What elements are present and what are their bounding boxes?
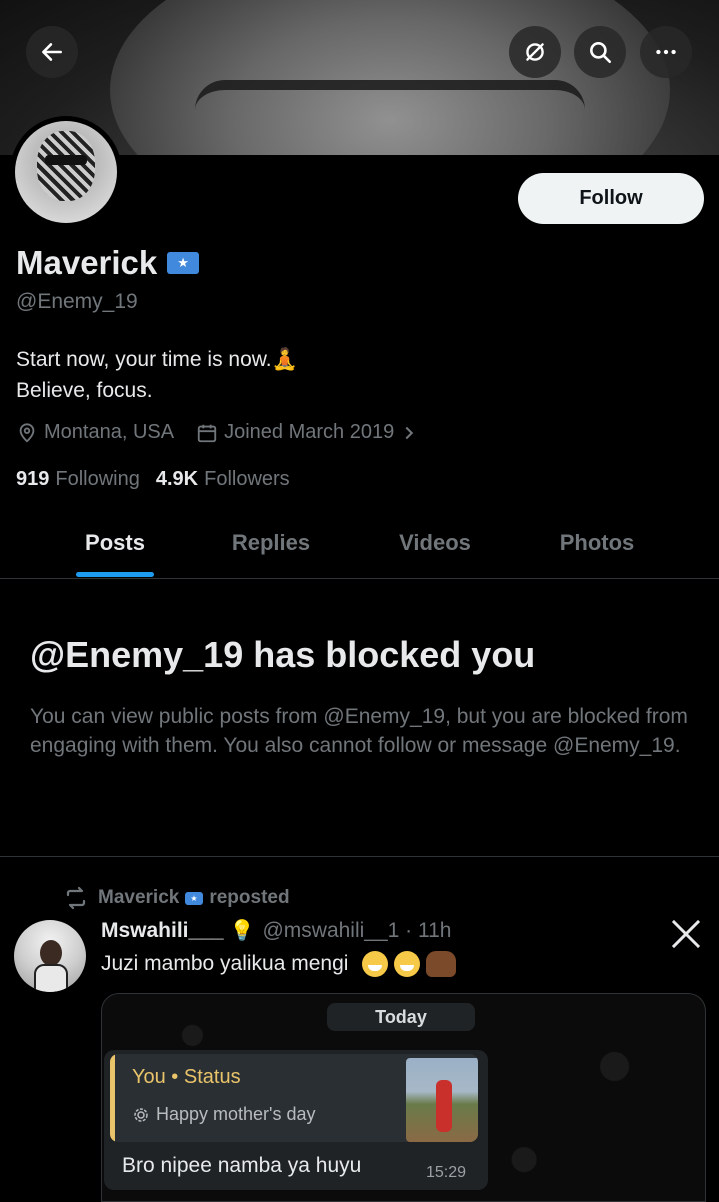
profile-handle: @Enemy_19 <box>16 290 138 313</box>
status-icon <box>134 1107 148 1122</box>
back-button[interactable] <box>26 26 78 78</box>
chat-time: 15:29 <box>426 1164 467 1181</box>
banner-glasses <box>195 80 585 145</box>
tab-videos[interactable]: Videos <box>399 530 471 556</box>
quoted-status: You • Status Happy mother's day <box>110 1054 478 1142</box>
following-count-link[interactable]: 919 Following <box>16 468 140 491</box>
quoted-status-text: Happy mother's day <box>132 1104 316 1125</box>
tab-photos[interactable]: Photos <box>560 530 635 556</box>
post-author-name[interactable]: Mswahili___ <box>101 919 224 943</box>
follow-button[interactable]: Follow <box>518 173 704 224</box>
active-tab-indicator <box>76 572 154 577</box>
x-logo-icon[interactable] <box>670 918 702 950</box>
chat-bubble: You • Status Happy mother's day Bro nipe… <box>104 1050 488 1190</box>
somalia-flag-icon <box>167 252 200 274</box>
post-header: Mswahili___ 💡 @mswahili__1 · 11h <box>101 918 451 943</box>
lightbulb-emoji: 💡 <box>229 920 255 942</box>
tab-replies[interactable]: Replies <box>232 530 310 556</box>
post-author-avatar[interactable] <box>14 920 86 992</box>
grok-icon <box>526 43 544 61</box>
more-button[interactable] <box>640 26 692 78</box>
profile-counts: 919 Following 4.9K Followers <box>16 468 306 491</box>
blocked-title: @Enemy_19 has blocked you <box>30 634 536 675</box>
search-button[interactable] <box>574 26 626 78</box>
profile-location: Montana, USA <box>16 421 174 444</box>
bio-line-1: Start now, your time is now.🧘 <box>16 348 298 371</box>
grin-emoji <box>394 951 421 977</box>
bio-line-2: Believe, focus. <box>16 379 153 402</box>
profile-meta: Montana, USA Joined March 2019 <box>16 421 448 444</box>
more-icon <box>656 49 676 55</box>
location-pin-icon <box>19 422 35 442</box>
calendar-icon <box>197 424 217 442</box>
repost-indicator[interactable]: Maverick reposted <box>64 886 290 910</box>
somalia-flag-icon <box>185 891 204 905</box>
date-pill: Today <box>327 1003 475 1031</box>
post-media[interactable]: Today You • Status Happy mother's day Br… <box>101 993 706 1202</box>
post-text: Juzi mambo yalikua mengi <box>101 951 457 977</box>
profile-banner[interactable] <box>0 0 719 155</box>
grin-emoji <box>362 951 389 977</box>
repost-icon <box>66 886 86 910</box>
post-handle-time: @mswahili__1 · 11h <box>262 918 452 942</box>
chat-message: Bro nipee namba ya huyu <box>122 1154 362 1177</box>
grok-button[interactable] <box>509 26 561 78</box>
profile-bio: Start now, your time is now.🧘 Believe, f… <box>16 344 298 406</box>
arrow-left-icon <box>42 43 62 61</box>
profile-name-text: Maverick <box>16 244 158 281</box>
profile-avatar[interactable] <box>10 116 122 228</box>
profile-joined[interactable]: Joined March 2019 <box>196 421 426 444</box>
blocked-description: You can view public posts from @Enemy_19… <box>30 705 688 757</box>
raised-hands-emoji <box>426 951 457 977</box>
followers-count-link[interactable]: 4.9K Followers <box>156 468 290 491</box>
divider <box>0 856 719 857</box>
profile-tabs: Posts Replies Videos Photos <box>0 522 719 579</box>
chevron-right-icon <box>405 426 414 439</box>
tab-posts[interactable]: Posts <box>85 530 145 556</box>
quoted-author: You • Status <box>132 1066 241 1088</box>
profile-name: Maverick <box>16 244 200 282</box>
status-thumbnail <box>406 1058 478 1142</box>
search-icon <box>590 42 612 64</box>
